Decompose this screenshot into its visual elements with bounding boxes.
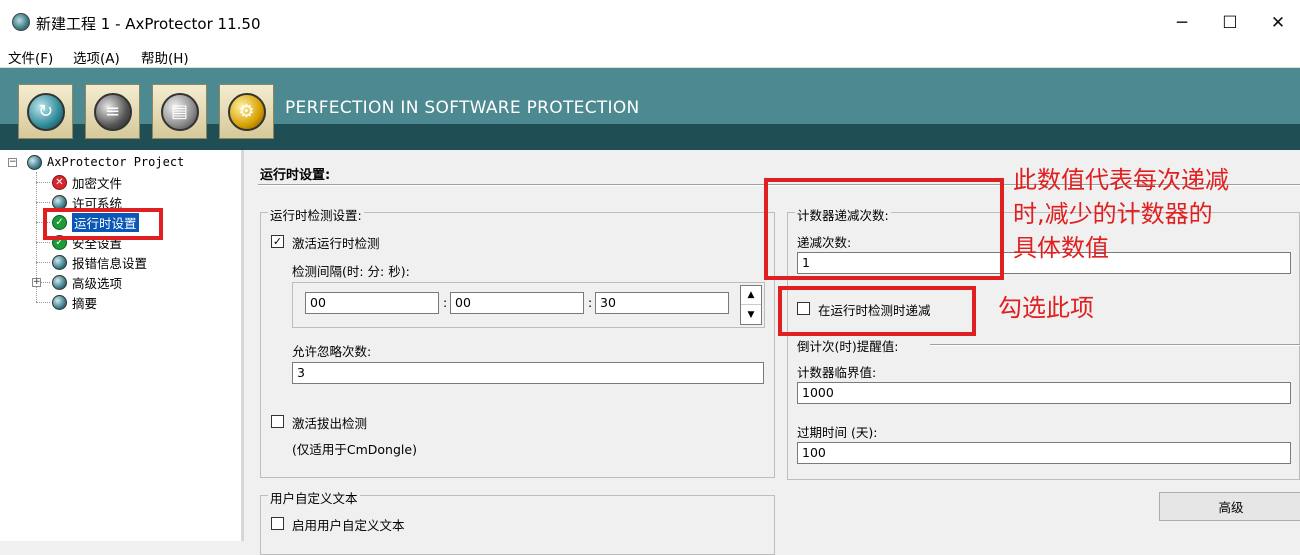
- enable-user-text-checkbox[interactable]: [271, 517, 284, 530]
- tree-item-label: 加密文件: [72, 175, 123, 191]
- toolbar-open-project-button[interactable]: ≡: [85, 84, 140, 139]
- tree-connector: [36, 182, 50, 183]
- annotation-box-checkbox: [778, 286, 976, 336]
- minimize-button[interactable]: ─: [1160, 6, 1204, 40]
- annotation-counter-note-line3: 具体数值: [1013, 234, 1109, 262]
- tree-connector: [36, 242, 50, 243]
- tree-item-label: 摘要: [72, 295, 98, 311]
- tree-item-advanced-options[interactable]: + 高级选项: [32, 272, 122, 292]
- ignore-count-label: 允许忽略次数:: [292, 344, 372, 359]
- error-icon: ✕: [52, 174, 67, 190]
- ignore-count-input[interactable]: 3: [292, 362, 764, 384]
- menu-help[interactable]: 帮助(H): [141, 47, 189, 67]
- window-title: 新建工程 1 - AxProtector 11.50: [36, 15, 261, 33]
- globe-icon: [52, 294, 67, 310]
- globe-icon: [52, 274, 67, 290]
- refresh-icon: ↻: [26, 92, 65, 131]
- threshold-label: 计数器临界值:: [797, 365, 877, 380]
- unplug-note: (仅适用于CmDongle): [292, 442, 417, 457]
- tree-connector: [36, 302, 50, 303]
- interval-seconds-input[interactable]: 30: [595, 292, 729, 314]
- toolbar-settings-button[interactable]: ⚙: [219, 84, 274, 139]
- spin-down-icon[interactable]: ▼: [741, 305, 761, 324]
- expiry-label: 过期时间 (天):: [797, 425, 878, 440]
- panel-title: 运行时设置:: [260, 168, 331, 183]
- countdown-legend: 倒计次(时)提醒值:: [795, 336, 901, 355]
- app-icon: [12, 13, 30, 31]
- annotation-check-note: 勾选此项: [998, 294, 1094, 322]
- disk-icon: ▤: [160, 92, 199, 131]
- title-bar: 新建工程 1 - AxProtector 11.50 ─ ☐ ✕: [0, 0, 1300, 45]
- tree-item-label: 高级选项: [72, 275, 123, 291]
- banner-tagline: PERFECTION IN SOFTWARE PROTECTION: [285, 98, 640, 118]
- tree-root[interactable]: − AxProtector Project: [8, 152, 184, 172]
- countdown-divider: [930, 344, 1300, 346]
- close-button[interactable]: ✕: [1256, 6, 1300, 40]
- annotation-box-runtime-item: [43, 208, 163, 240]
- enable-unplug-check-checkbox[interactable]: [271, 415, 284, 428]
- check-interval-label: 检测间隔(时: 分: 秒):: [292, 264, 410, 279]
- tree-item-encrypt-files[interactable]: ✕ 加密文件: [52, 172, 122, 192]
- enable-runtime-check-label: 激活运行时检测: [292, 236, 380, 251]
- maximize-button[interactable]: ☐: [1208, 6, 1252, 40]
- interval-separator: :: [588, 295, 593, 310]
- annotation-counter-note-line2: 时,减少的计数器的: [1013, 200, 1213, 228]
- menu-options[interactable]: 选项(A): [73, 47, 120, 67]
- tree-connector: [36, 262, 50, 263]
- tree-item-label: 报错信息设置: [72, 255, 148, 271]
- document-globe-icon: ≡: [93, 92, 132, 131]
- globe-icon: [52, 254, 67, 270]
- tree-item-summary[interactable]: 摘要: [52, 292, 97, 312]
- advanced-button[interactable]: 高级: [1159, 492, 1300, 521]
- globe-icon: [27, 154, 42, 170]
- interval-spinner[interactable]: ▲ ▼: [740, 285, 762, 325]
- user-text-legend: 用户自定义文本: [268, 488, 360, 507]
- menu-bar: 文件(F) 选项(A) 帮助(H): [0, 45, 1300, 68]
- threshold-input[interactable]: 1000: [797, 382, 1291, 404]
- gear-icon: ⚙: [227, 92, 266, 131]
- tree-connector: [36, 202, 50, 203]
- tree-item-error-messages[interactable]: 报错信息设置: [52, 252, 147, 272]
- toolbar-save-project-button[interactable]: ▤: [152, 84, 207, 139]
- tree-collapse-icon[interactable]: −: [8, 157, 17, 167]
- enable-user-text-label: 启用用户自定义文本: [292, 518, 405, 533]
- annotation-box-counter: [764, 178, 1004, 280]
- tree-expand-icon[interactable]: +: [32, 277, 41, 287]
- spin-up-icon[interactable]: ▲: [741, 286, 761, 305]
- interval-minutes-input[interactable]: 00: [450, 292, 584, 314]
- tree-root-label: AxProtector Project: [47, 155, 185, 169]
- annotation-counter-note-line1: 此数值代表每次递减: [1013, 166, 1229, 194]
- enable-unplug-check-label: 激活拔出检测: [292, 416, 368, 431]
- enable-runtime-check-checkbox[interactable]: ✓: [271, 235, 284, 248]
- toolbar-new-project-button[interactable]: ↻: [18, 84, 73, 139]
- expiry-input[interactable]: 100: [797, 442, 1291, 464]
- runtime-check-legend: 运行时检测设置:: [268, 205, 364, 224]
- interval-separator: :: [443, 295, 448, 310]
- menu-file[interactable]: 文件(F): [8, 47, 53, 67]
- interval-hours-input[interactable]: 00: [305, 292, 439, 314]
